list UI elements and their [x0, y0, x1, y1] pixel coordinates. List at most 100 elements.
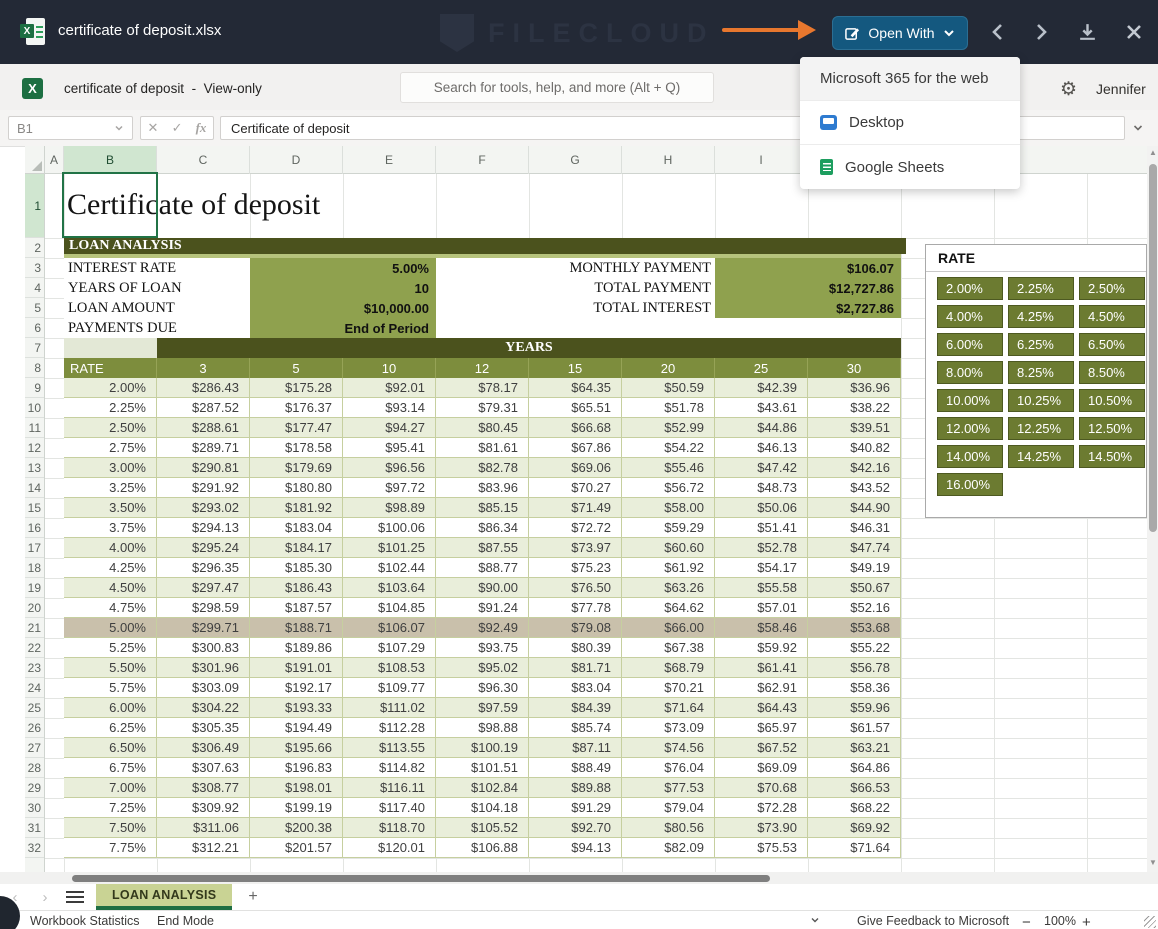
cell-r27-c2[interactable]: $195.66: [250, 738, 343, 758]
cell-r16-c2[interactable]: $183.04: [250, 518, 343, 538]
row-header-16[interactable]: 16: [25, 518, 44, 538]
table-header-rate[interactable]: RATE: [64, 358, 157, 378]
row-header-2[interactable]: 2: [25, 238, 44, 258]
cell-r32-c0[interactable]: 7.75%: [64, 838, 157, 858]
cell-r19-c8[interactable]: $50.67: [808, 578, 901, 598]
select-all-corner[interactable]: [25, 146, 45, 174]
cancel-icon[interactable]: ✕: [148, 120, 159, 136]
cell-r27-c5[interactable]: $87.11: [529, 738, 622, 758]
cell-b7[interactable]: [64, 338, 157, 358]
cell-r22-c5[interactable]: $80.39: [529, 638, 622, 658]
cell-r15-c2[interactable]: $181.92: [250, 498, 343, 518]
cell-r9-c8[interactable]: $36.96: [808, 378, 901, 398]
row-header-29[interactable]: 29: [25, 778, 44, 798]
cell-r15-c6[interactable]: $58.00: [622, 498, 715, 518]
cell-r9-c2[interactable]: $175.28: [250, 378, 343, 398]
cell-r23-c1[interactable]: $301.96: [157, 658, 250, 678]
cell-r32-c4[interactable]: $106.88: [436, 838, 529, 858]
cell-r11-c6[interactable]: $52.99: [622, 418, 715, 438]
cell-r29-c0[interactable]: 7.00%: [64, 778, 157, 798]
cell-r29-c7[interactable]: $70.68: [715, 778, 808, 798]
cell-r15-c8[interactable]: $44.90: [808, 498, 901, 518]
cell-r16-c0[interactable]: 3.75%: [64, 518, 157, 538]
cell-r27-c3[interactable]: $113.55: [343, 738, 436, 758]
cell-r12-c6[interactable]: $54.22: [622, 438, 715, 458]
cell-r15-c1[interactable]: $293.02: [157, 498, 250, 518]
cell-r28-c3[interactable]: $114.82: [343, 758, 436, 778]
cell-r13-c1[interactable]: $290.81: [157, 458, 250, 478]
cell-r10-c7[interactable]: $43.61: [715, 398, 808, 418]
cell-r26-c1[interactable]: $305.35: [157, 718, 250, 738]
cell-r10-c5[interactable]: $65.51: [529, 398, 622, 418]
cell-r10-c3[interactable]: $93.14: [343, 398, 436, 418]
cell-r30-c5[interactable]: $91.29: [529, 798, 622, 818]
cell-r28-c0[interactable]: 6.75%: [64, 758, 157, 778]
row-header-25[interactable]: 25: [25, 698, 44, 718]
table-header-5yr[interactable]: 5: [250, 358, 343, 378]
cell-r32-c6[interactable]: $82.09: [622, 838, 715, 858]
cell-r16-c5[interactable]: $72.72: [529, 518, 622, 538]
table-header-25yr[interactable]: 25: [715, 358, 808, 378]
cell-r25-c6[interactable]: $71.64: [622, 698, 715, 718]
cell-r18-c6[interactable]: $61.92: [622, 558, 715, 578]
cell-r24-c7[interactable]: $62.91: [715, 678, 808, 698]
cell-r20-c8[interactable]: $52.16: [808, 598, 901, 618]
row-header-32[interactable]: 32: [25, 838, 44, 858]
cell-r30-c3[interactable]: $117.40: [343, 798, 436, 818]
cell-r18-c3[interactable]: $102.44: [343, 558, 436, 578]
rate-button-16.00%[interactable]: 16.00%: [937, 473, 1003, 496]
cell-r29-c1[interactable]: $308.77: [157, 778, 250, 798]
insert-function-icon[interactable]: fx: [196, 120, 207, 136]
row-header-22[interactable]: 22: [25, 638, 44, 658]
row-header-7[interactable]: 7: [25, 338, 44, 358]
cell-r30-c7[interactable]: $72.28: [715, 798, 808, 818]
cell-r20-c6[interactable]: $64.62: [622, 598, 715, 618]
status-options-chevron-icon[interactable]: [810, 914, 820, 928]
menu-item-microsoft-365[interactable]: Microsoft 365 for the web: [800, 57, 1020, 101]
loan-label-2[interactable]: LOAN AMOUNT: [68, 298, 175, 318]
cell-r29-c5[interactable]: $89.88: [529, 778, 622, 798]
cell-r26-c8[interactable]: $61.57: [808, 718, 901, 738]
cell-r11-c5[interactable]: $66.68: [529, 418, 622, 438]
cell-r20-c3[interactable]: $104.85: [343, 598, 436, 618]
cell-r24-c8[interactable]: $58.36: [808, 678, 901, 698]
expand-formula-bar-icon[interactable]: [1132, 121, 1144, 139]
cell-r30-c1[interactable]: $309.92: [157, 798, 250, 818]
cell-r19-c3[interactable]: $103.64: [343, 578, 436, 598]
rate-button-14.00%[interactable]: 14.00%: [937, 445, 1003, 468]
column-header-E[interactable]: E: [343, 146, 436, 174]
cell-r10-c4[interactable]: $79.31: [436, 398, 529, 418]
rate-button-14.50%[interactable]: 14.50%: [1079, 445, 1145, 468]
cell-r20-c7[interactable]: $57.01: [715, 598, 808, 618]
rate-button-2.00%[interactable]: 2.00%: [937, 277, 1003, 300]
cell-r25-c2[interactable]: $193.33: [250, 698, 343, 718]
row-header-3[interactable]: 3: [25, 258, 44, 278]
cell-r17-c0[interactable]: 4.00%: [64, 538, 157, 558]
cell-r25-c3[interactable]: $111.02: [343, 698, 436, 718]
column-header-A[interactable]: A: [45, 146, 64, 174]
cell-r9-c3[interactable]: $92.01: [343, 378, 436, 398]
cell-r11-c8[interactable]: $39.51: [808, 418, 901, 438]
cell-r31-c0[interactable]: 7.50%: [64, 818, 157, 838]
cell-r17-c2[interactable]: $184.17: [250, 538, 343, 558]
row-header-20[interactable]: 20: [25, 598, 44, 618]
cell-r20-c0[interactable]: 4.75%: [64, 598, 157, 618]
cell-r28-c7[interactable]: $69.09: [715, 758, 808, 778]
cell-r27-c4[interactable]: $100.19: [436, 738, 529, 758]
settings-gear-icon[interactable]: ⚙: [1060, 78, 1077, 101]
previous-file-button[interactable]: [988, 22, 1010, 44]
cell-r29-c2[interactable]: $198.01: [250, 778, 343, 798]
row-header-10[interactable]: 10: [25, 398, 44, 418]
cell-r16-c8[interactable]: $46.31: [808, 518, 901, 538]
column-header-B[interactable]: B: [64, 146, 157, 174]
cell-r24-c6[interactable]: $70.21: [622, 678, 715, 698]
zoom-out-button[interactable]: −: [1022, 914, 1031, 929]
cell-r12-c2[interactable]: $178.58: [250, 438, 343, 458]
horizontal-scrollbar-thumb[interactable]: [72, 875, 770, 882]
cell-r23-c0[interactable]: 5.50%: [64, 658, 157, 678]
cell-r21-c3[interactable]: $106.07: [343, 618, 436, 638]
give-feedback-link[interactable]: Give Feedback to Microsoft: [857, 914, 1009, 928]
cell-r13-c4[interactable]: $82.78: [436, 458, 529, 478]
vertical-scrollbar[interactable]: ▲ ▼: [1147, 146, 1158, 872]
payment-value-2[interactable]: $2,727.86: [715, 298, 901, 318]
